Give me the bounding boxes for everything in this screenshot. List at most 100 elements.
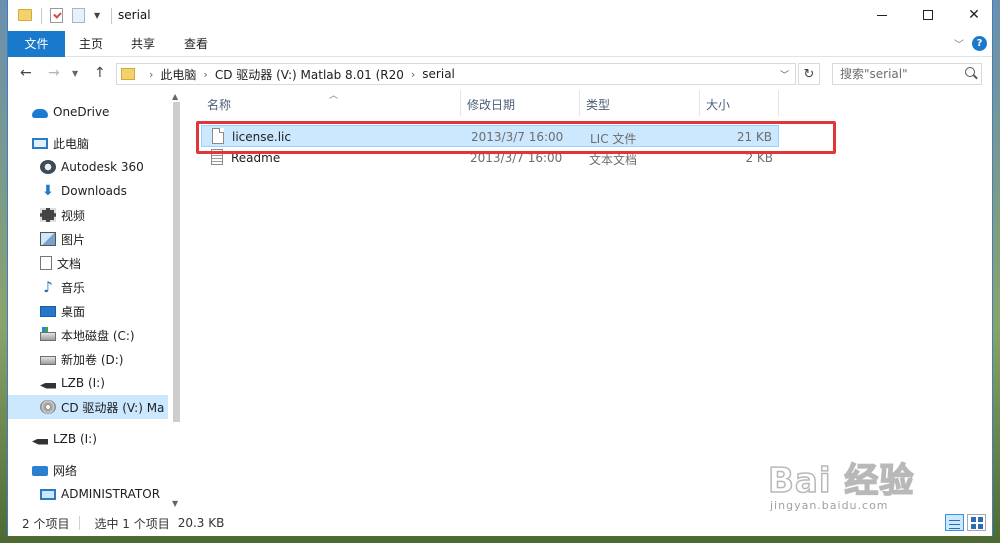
status-divider	[79, 516, 81, 530]
search-box[interactable]	[832, 63, 982, 85]
sort-ascending-icon: ︿	[329, 91, 339, 101]
maximize-button[interactable]	[905, 0, 951, 30]
navigation-pane: OneDrive 此电脑 Autodesk 360 ⬇ Downloads 视频 …	[8, 90, 182, 510]
nav-item-label: Autodesk 360	[61, 160, 144, 174]
scroll-down-icon[interactable]: ▼	[172, 499, 178, 508]
nav-item-pictures[interactable]: 图片	[8, 227, 168, 251]
document-icon	[40, 256, 52, 270]
nav-item-onedrive[interactable]: OneDrive	[8, 100, 168, 124]
title-divider	[111, 8, 112, 24]
scrollbar-thumb[interactable]	[173, 102, 180, 422]
address-bar[interactable]: › 此电脑 › CD 驱动器 (V:) Matlab 8.01 (R20 › s…	[116, 63, 796, 85]
back-arrow-icon[interactable]: ←	[20, 65, 32, 81]
nav-item-network[interactable]: 网络	[8, 458, 168, 482]
recent-locations-icon[interactable]: ▼	[72, 69, 78, 78]
nav-item-desktop[interactable]: 桌面	[8, 299, 168, 323]
tab-share[interactable]: 共享	[117, 31, 169, 57]
nav-item-cd-drive-v[interactable]: CD 驱动器 (V:) Ma	[8, 395, 168, 419]
search-input[interactable]	[840, 67, 958, 81]
usb-drive-icon	[32, 438, 48, 445]
nav-item-label: 网络	[53, 463, 78, 478]
music-icon: ♪	[43, 278, 53, 296]
new-folder-icon[interactable]	[72, 8, 85, 23]
nav-item-label: CD 驱动器 (V:) Ma	[61, 400, 165, 415]
minimize-button[interactable]	[859, 0, 905, 30]
column-header-label: 类型	[586, 98, 611, 112]
nav-item-label: 音乐	[61, 280, 86, 295]
chevron-right-icon[interactable]: ›	[203, 68, 207, 81]
nav-item-this-pc[interactable]: 此电脑	[8, 131, 168, 155]
nav-item-lzb-i-root[interactable]: LZB (I:)	[8, 427, 168, 451]
maximize-icon	[923, 10, 933, 20]
nav-item-autodesk-360[interactable]: Autodesk 360	[8, 155, 168, 179]
chevron-right-icon[interactable]: ›	[149, 68, 153, 81]
nav-item-label: Downloads	[61, 184, 127, 198]
nav-item-downloads[interactable]: ⬇ Downloads	[8, 179, 168, 203]
downloads-icon: ⬇	[42, 183, 54, 199]
nav-item-label: 视频	[61, 208, 86, 223]
nav-item-label: 本地磁盘 (C:)	[61, 328, 135, 343]
nav-item-label: 新加卷 (D:)	[61, 352, 124, 367]
nav-item-music[interactable]: ♪ 音乐	[8, 275, 168, 299]
quick-access-divider	[41, 8, 42, 24]
close-button[interactable]: ✕	[951, 0, 997, 30]
refresh-icon: ↻	[803, 66, 815, 82]
nav-item-videos[interactable]: 视频	[8, 203, 168, 227]
onedrive-icon	[32, 109, 48, 118]
help-icon[interactable]: ?	[972, 36, 987, 51]
column-header-label: 名称	[207, 98, 232, 112]
refresh-button[interactable]: ↻	[798, 63, 820, 85]
drive-icon	[40, 356, 56, 365]
picture-icon	[40, 232, 56, 246]
watermark-url: jingyan.baidu.com	[770, 499, 889, 512]
watermark-brand: Bai 经验	[767, 460, 915, 502]
ribbon-controls: ﹀ ?	[954, 36, 987, 51]
column-header-label: 修改日期	[467, 98, 516, 112]
expand-ribbon-icon[interactable]: ﹀	[954, 36, 964, 51]
baidu-watermark: Bai 经验 jingyan.baidu.com	[760, 447, 990, 527]
column-header-label: 大小	[706, 98, 731, 112]
ribbon-tabs: 文件 主页 共享 查看 ﹀ ?	[8, 31, 992, 57]
selection-info: 选中 1 个项目	[94, 516, 170, 531]
column-header-date[interactable]: 修改日期	[461, 90, 580, 116]
search-icon[interactable]	[965, 67, 975, 77]
address-row: ← → ▼ ↑ › 此电脑 › CD 驱动器 (V:) Matlab 8.01 …	[8, 57, 992, 90]
chevron-right-icon[interactable]: ›	[411, 68, 415, 81]
up-arrow-icon[interactable]: ↑	[94, 65, 106, 81]
nav-item-label: OneDrive	[53, 105, 110, 119]
computer-icon	[32, 137, 48, 149]
breadcrumb-serial[interactable]: serial	[422, 67, 455, 81]
cd-drive-icon	[40, 400, 56, 414]
customize-quick-access-icon[interactable]: ▼	[94, 11, 100, 29]
item-count: 2 个项目	[22, 516, 70, 531]
nav-item-label: 文档	[57, 256, 82, 271]
nav-scrollbar[interactable]: ▲ ▼	[171, 90, 182, 510]
close-icon: ✕	[968, 7, 980, 23]
column-header-type[interactable]: 类型	[580, 90, 700, 116]
nav-item-new-volume-d[interactable]: 新加卷 (D:)	[8, 347, 168, 371]
folder-icon	[18, 9, 32, 21]
drive-icon	[40, 327, 56, 341]
selection-size: 20.3 KB	[177, 516, 225, 530]
scroll-up-icon[interactable]: ▲	[172, 92, 178, 101]
nav-item-label: ADMINISTRATOR	[61, 487, 161, 501]
nav-item-local-disk-c[interactable]: 本地磁盘 (C:)	[8, 323, 168, 347]
forward-arrow-icon[interactable]: →	[48, 65, 60, 81]
nav-item-label: 桌面	[61, 304, 86, 319]
monitor-icon	[40, 488, 56, 500]
chevron-down-icon[interactable]: ﹀	[780, 68, 789, 81]
tab-view[interactable]: 查看	[169, 31, 223, 57]
nav-item-administrator[interactable]: ADMINISTRATOR	[8, 482, 168, 506]
usb-drive-icon	[40, 382, 56, 389]
nav-item-lzb-i[interactable]: LZB (I:)	[8, 371, 168, 395]
tab-home[interactable]: 主页	[65, 31, 117, 57]
video-icon	[40, 208, 56, 222]
column-header-size[interactable]: 大小	[700, 90, 779, 116]
tab-file[interactable]: 文件	[8, 31, 65, 57]
nav-item-documents[interactable]: 文档	[8, 251, 168, 275]
breadcrumb-this-pc[interactable]: 此电脑	[160, 66, 196, 83]
folder-icon	[121, 68, 135, 80]
breadcrumb-cd-drive[interactable]: CD 驱动器 (V:) Matlab 8.01 (R20	[215, 66, 404, 83]
network-icon	[32, 466, 48, 476]
properties-icon[interactable]	[50, 8, 63, 23]
